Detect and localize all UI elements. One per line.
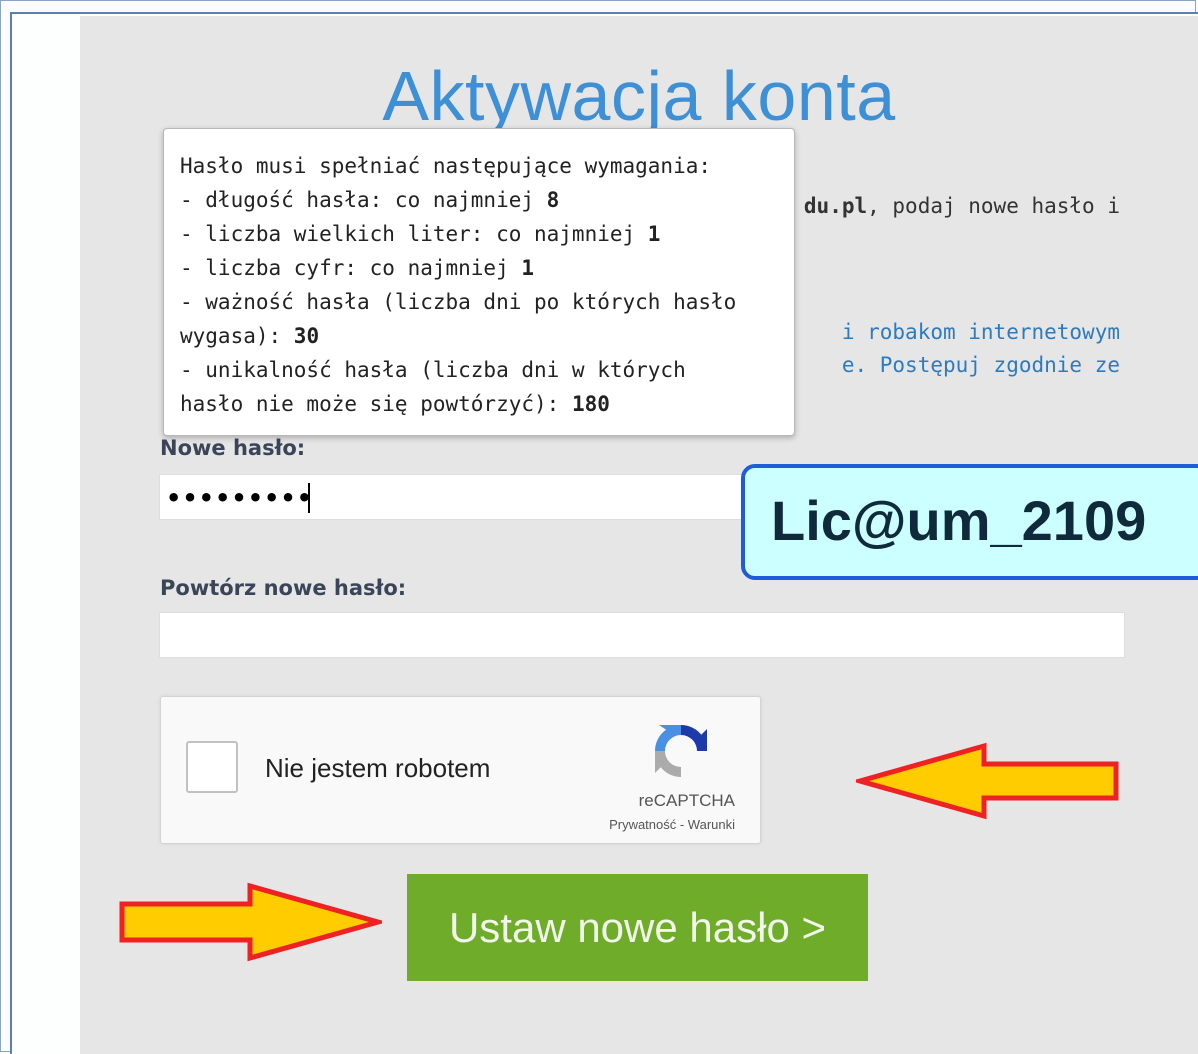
tooltip-digits-label: - liczba cyfr: co najmniej: [180, 256, 522, 280]
tooltip-digits: - liczba cyfr: co najmniej 1: [180, 251, 780, 285]
recaptcha-logo-icon: [655, 725, 707, 777]
tooltip-length-label: - długość hasła: co najmniej: [180, 188, 547, 212]
tooltip-heading: Hasło musi spełniać następujące wymagani…: [180, 154, 712, 178]
tooltip-uniqueness-value: 180: [571, 392, 610, 416]
arrow-left-icon: [856, 742, 1119, 820]
recaptcha-checkbox[interactable]: [186, 741, 238, 793]
new-password-value: •••••••••: [166, 484, 314, 512]
tooltip-digits-value: 1: [521, 256, 535, 280]
page-title: Aktywacja konta: [382, 57, 896, 135]
arrow-right-icon: [119, 882, 382, 962]
tooltip-uppercase-label: - liczba wielkich liter: co najmniej: [180, 222, 648, 246]
tooltip-uniqueness-line2: hasło nie może się powtórzyć): 180: [180, 387, 780, 421]
security-warning: i robakom internetowym e. Postępuj zgodn…: [780, 316, 1120, 382]
recaptcha-label: Nie jestem robotem: [265, 753, 491, 783]
recaptcha-privacy-terms-link[interactable]: Prywatność - Warunki: [609, 817, 735, 832]
tooltip-length: - długość hasła: co najmniej 8: [180, 183, 780, 217]
tooltip-validity-line2: wygasa): 30: [180, 319, 780, 353]
intro-text: du.pl, podaj nowe hasło i: [780, 194, 1120, 218]
tooltip-uniqueness-line1: - unikalność hasła (liczba dni w których: [180, 358, 686, 382]
example-password-callout: Lic@um_2109: [741, 464, 1198, 580]
new-password-label: Nowe hasło:: [160, 436, 306, 460]
tooltip-validity-line1: - ważność hasła (liczba dni po których h…: [180, 290, 737, 314]
text-caret: [308, 483, 310, 513]
tooltip-length-value: 8: [546, 188, 560, 212]
tooltip-validity-value: 30: [293, 324, 320, 348]
intro-domain: du.pl: [803, 194, 868, 218]
recaptcha-widget: Nie jestem robotem reCAPTCHA Prywatność …: [160, 696, 761, 844]
set-new-password-button[interactable]: Ustaw nowe hasło >: [407, 874, 868, 981]
tooltip-uniqueness-label: hasło nie może się powtórzyć):: [180, 392, 572, 416]
tooltip-uppercase: - liczba wielkich liter: co najmniej 1: [180, 217, 780, 251]
security-warning-line2: e. Postępuj zgodnie ze: [841, 353, 1120, 377]
tooltip-uppercase-value: 1: [647, 222, 661, 246]
intro-rest: , podaj nowe hasło i: [867, 194, 1120, 218]
repeat-password-field[interactable]: [159, 612, 1125, 658]
security-warning-line1: i robakom internetowym: [841, 320, 1120, 344]
repeat-password-label: Powtórz nowe hasło:: [160, 576, 407, 600]
password-requirements-tooltip: Hasło musi spełniać następujące wymagani…: [163, 128, 795, 436]
example-password-text: Lic@um_2109: [771, 489, 1147, 552]
recaptcha-brand: reCAPTCHA: [638, 791, 735, 810]
tooltip-validity-label: wygasa):: [180, 324, 294, 348]
